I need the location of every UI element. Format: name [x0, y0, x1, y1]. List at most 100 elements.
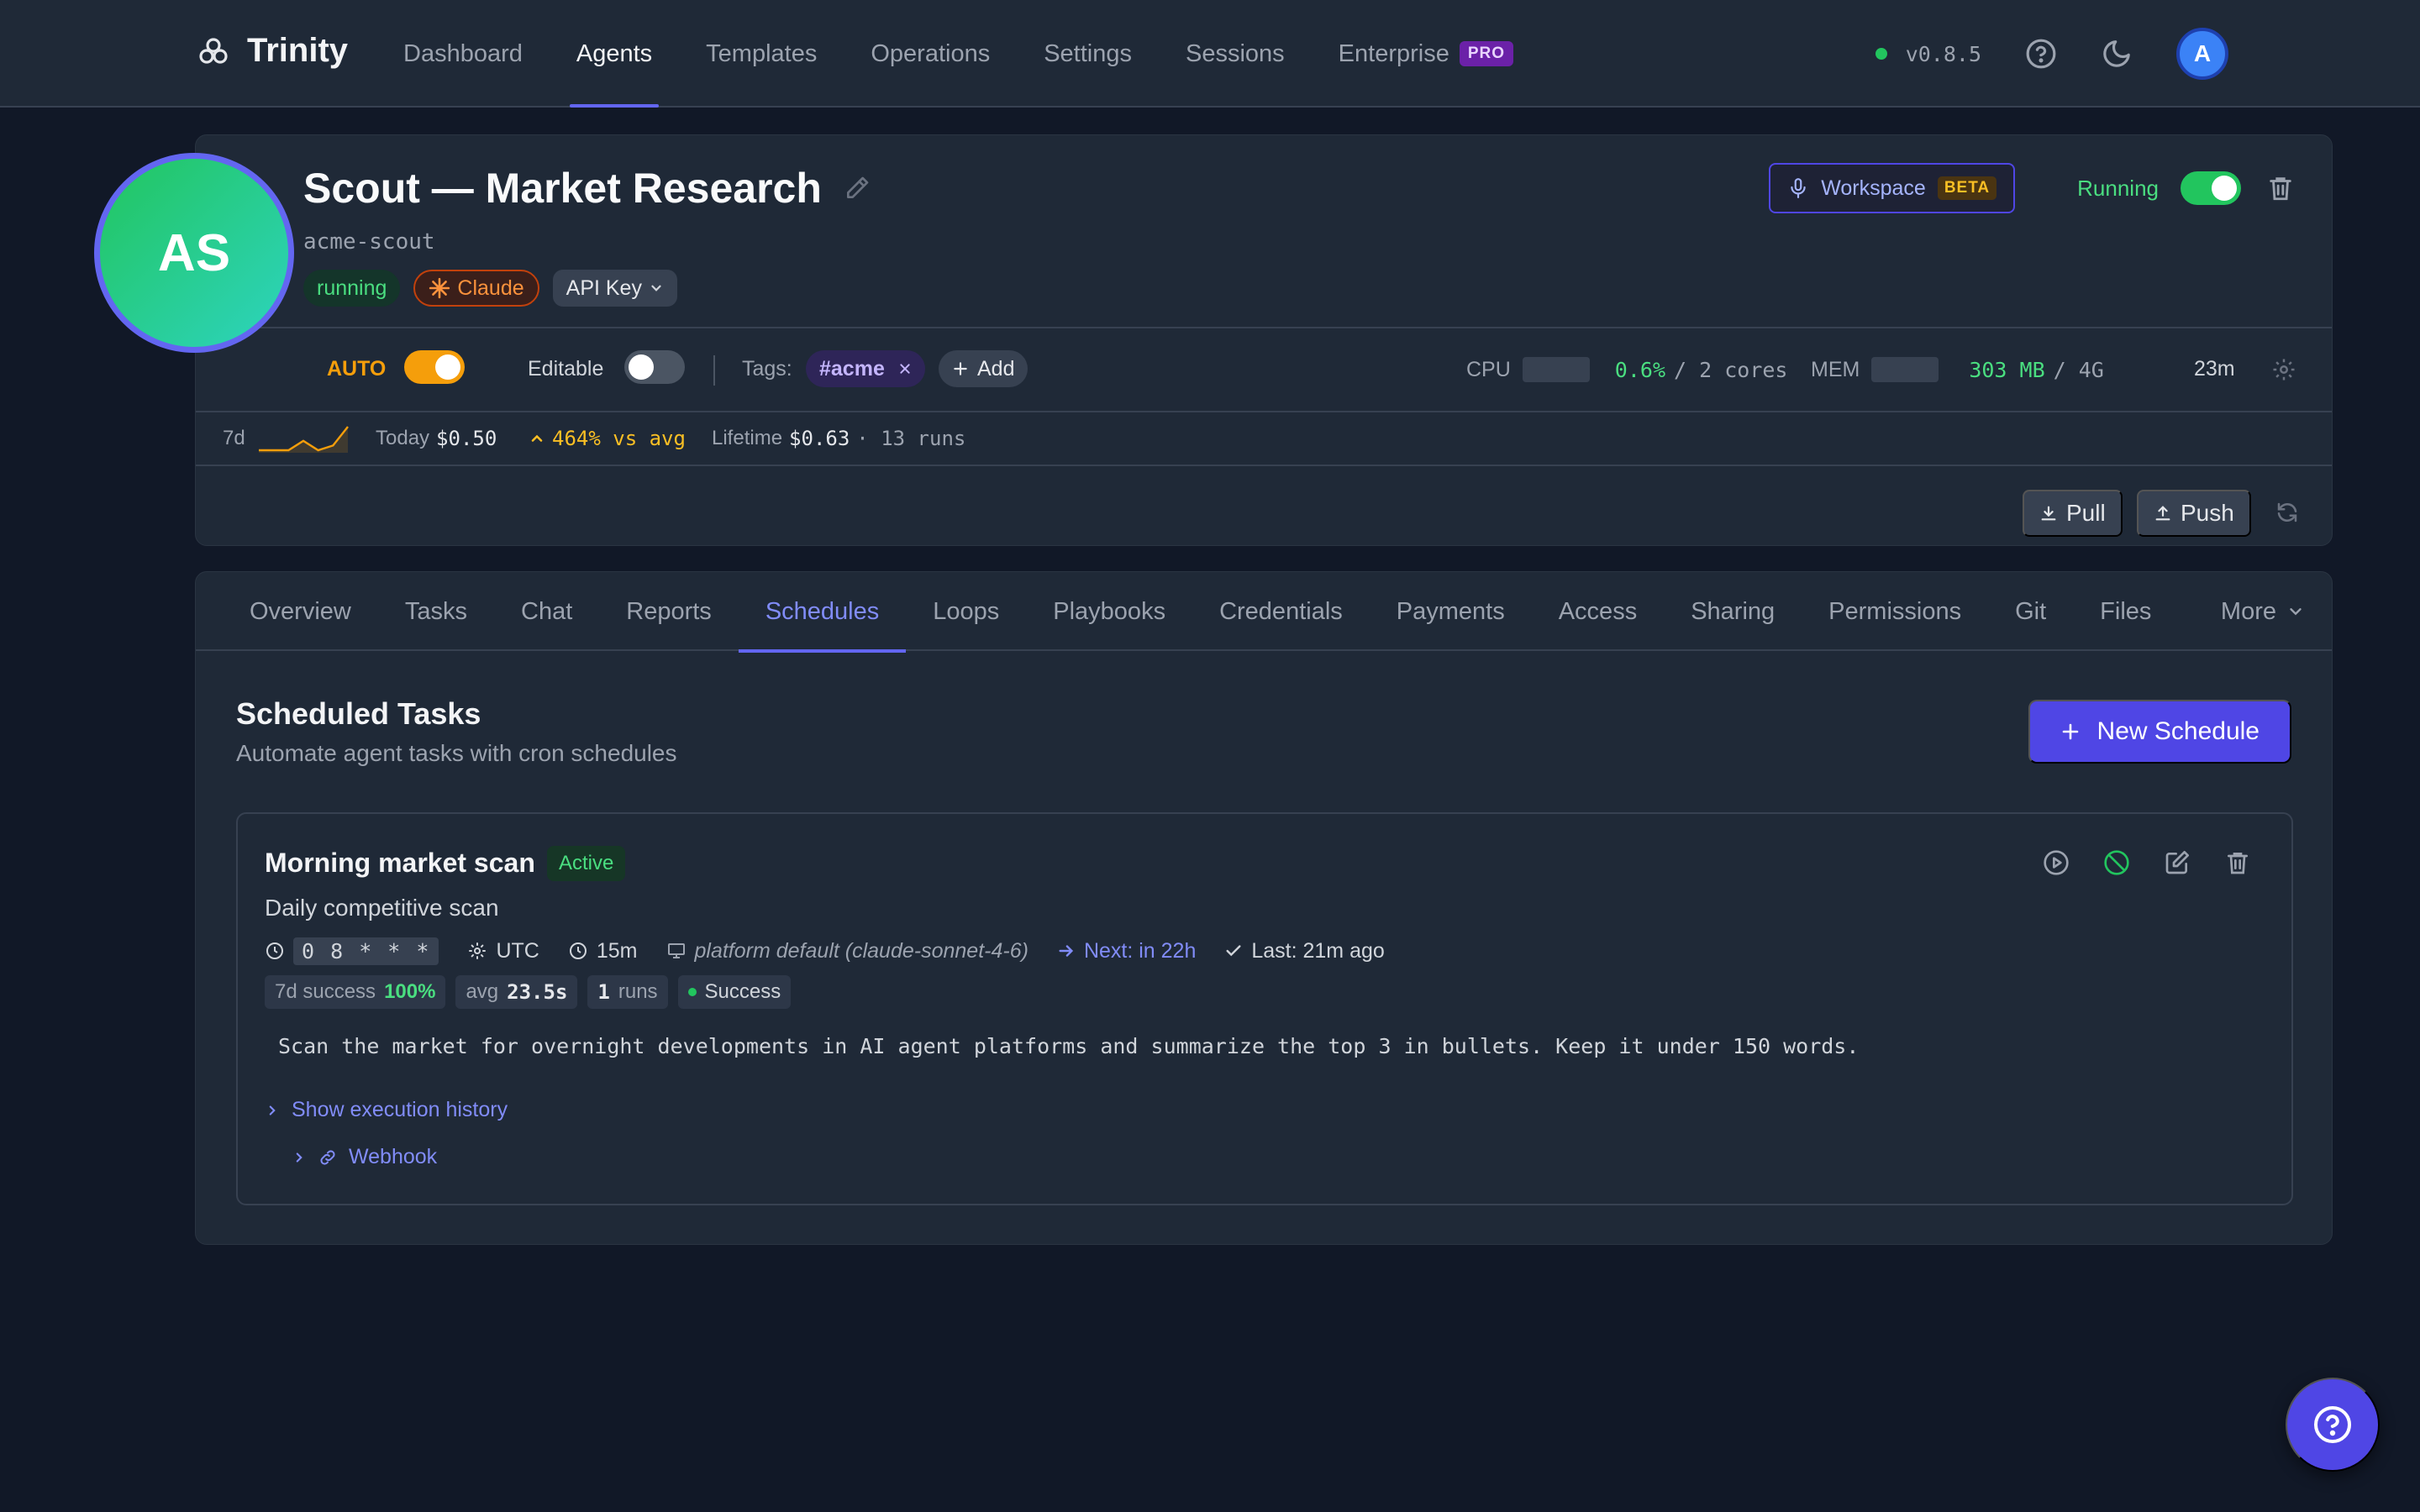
agent-title-row: Scout — Market Research — [303, 164, 871, 213]
editable-toggle-knob — [629, 354, 654, 380]
tab-tasks[interactable]: Tasks — [378, 572, 494, 651]
uptime: 23m — [2194, 357, 2235, 381]
tag-chip[interactable]: #acme — [806, 350, 925, 387]
chevron-right-icon — [292, 1150, 307, 1165]
nav-dashboard[interactable]: Dashboard — [403, 0, 523, 108]
lifetime-label: Lifetime — [712, 427, 783, 449]
agent-avatar: AS — [94, 153, 294, 353]
auth-chip[interactable]: API Key — [552, 270, 677, 307]
tab-schedules[interactable]: Schedules — [738, 572, 907, 653]
tab-files[interactable]: Files — [2073, 572, 2178, 651]
cost-trend: 464% vs avg — [529, 427, 686, 450]
schedule-name: Morning market scan — [265, 848, 535, 878]
nav-templates[interactable]: Templates — [706, 0, 817, 108]
success-rate-label: 7d success — [275, 980, 376, 1003]
cron-expression: 0 8 * * * — [265, 937, 439, 965]
last-run-value: Last: 21m ago — [1251, 938, 1385, 963]
agent-controls-row: AUTO Editable Tags: #acme Add CPU 0.6% /… — [196, 330, 2332, 411]
brand-name: Trinity — [247, 32, 349, 69]
brand-logo[interactable]: Trinity — [197, 32, 348, 70]
trinity-logo-icon — [197, 34, 230, 68]
nav-sessions[interactable]: Sessions — [1186, 0, 1285, 108]
disable-icon[interactable] — [2103, 849, 2130, 876]
cpu-label: CPU — [1466, 357, 1511, 381]
today-cost: Today $0.50 — [376, 427, 497, 450]
trash-icon[interactable] — [2266, 174, 2295, 202]
play-icon[interactable] — [2043, 849, 2070, 876]
edit-icon[interactable] — [2164, 849, 2191, 876]
refresh-icon[interactable] — [2275, 500, 2300, 525]
tab-credentials[interactable]: Credentials — [1192, 572, 1370, 651]
last-run: Last: 21m ago — [1224, 938, 1385, 963]
tab-payments[interactable]: Payments — [1370, 572, 1532, 651]
mem-bar — [1871, 357, 1939, 382]
cpu-usage: CPU 0.6% / 2 cores — [1466, 357, 1787, 382]
success-rate-stat: 7d success 100% — [265, 975, 446, 1009]
chevron-down-icon — [2286, 602, 2305, 621]
agent-detail-panel: Overview Tasks Chat Reports Schedules Lo… — [195, 571, 2333, 1245]
agent-header-actions: Workspace BETA Running — [1769, 163, 2295, 213]
workspace-button[interactable]: Workspace BETA — [1769, 163, 2016, 213]
pencil-icon[interactable] — [844, 175, 871, 202]
sun-icon — [467, 941, 487, 961]
clock-icon — [568, 941, 588, 961]
check-icon — [1224, 942, 1243, 960]
microphone-icon — [1787, 177, 1809, 199]
nav-operations[interactable]: Operations — [871, 0, 990, 108]
close-icon[interactable] — [898, 362, 912, 375]
nav-settings[interactable]: Settings — [1044, 0, 1132, 108]
claude-sparkle-icon — [429, 277, 450, 299]
tab-chat[interactable]: Chat — [494, 572, 599, 651]
tab-reports[interactable]: Reports — [599, 572, 739, 651]
add-tag-button[interactable]: Add — [939, 350, 1028, 387]
tab-sharing[interactable]: Sharing — [1664, 572, 1802, 651]
status-chip: running — [303, 270, 401, 307]
tab-access[interactable]: Access — [1532, 572, 1664, 651]
plus-icon — [2060, 722, 2081, 742]
today-label: Today — [376, 427, 430, 449]
execution-history-toggle[interactable]: Show execution history — [265, 1098, 508, 1122]
agent-slug: acme-scout — [303, 229, 435, 255]
cost-trend-value: 464% vs avg — [552, 427, 686, 450]
tab-more[interactable]: More — [2221, 572, 2305, 651]
user-avatar[interactable]: A — [2176, 28, 2228, 80]
tag-chip-label: #acme — [819, 356, 885, 381]
new-schedule-button[interactable]: New Schedule — [2028, 700, 2291, 764]
agent-name: Scout — Market Research — [303, 165, 822, 212]
tab-permissions[interactable]: Permissions — [1802, 572, 1988, 651]
mem-value: 303 MB — [1969, 357, 2045, 382]
auto-toggle[interactable] — [404, 350, 465, 384]
chevron-down-icon — [649, 281, 664, 296]
auto-toggle-knob — [435, 354, 460, 380]
tab-git[interactable]: Git — [1988, 572, 2073, 651]
tab-loops[interactable]: Loops — [906, 572, 1026, 651]
push-button[interactable]: Push — [2137, 490, 2251, 537]
monitor-icon — [666, 941, 687, 961]
tab-playbooks[interactable]: Playbooks — [1026, 572, 1192, 651]
schedule-status-badge: Active — [547, 846, 626, 881]
runs-stat: 1 runs — [587, 975, 668, 1009]
trash-icon[interactable] — [2224, 849, 2251, 876]
webhook-toggle[interactable]: Webhook — [292, 1145, 437, 1169]
tab-overview[interactable]: Overview — [223, 572, 378, 651]
cost-period: 7d — [223, 427, 245, 449]
timeout-value: 15m — [596, 938, 638, 963]
pull-button[interactable]: Pull — [2023, 490, 2123, 537]
running-toggle[interactable] — [2181, 171, 2241, 205]
schedule-card: Morning market scan Active Daily competi… — [236, 812, 2293, 1205]
help-circle-icon[interactable] — [2025, 38, 2057, 70]
divider — [196, 327, 2332, 328]
help-fab-button[interactable] — [2286, 1378, 2380, 1472]
auth-chip-label: API Key — [566, 276, 642, 300]
moon-icon[interactable] — [2101, 38, 2133, 70]
mem-limit: / 4G — [2053, 357, 2104, 382]
cost-row: 7d Today $0.50 464% vs avg Lifetime $0.6… — [196, 412, 2332, 465]
last-result-value: Success — [704, 980, 781, 1003]
download-icon — [2039, 504, 2058, 522]
version-label: v0.8.5 — [1905, 41, 1981, 66]
editable-toggle[interactable] — [624, 350, 685, 384]
nav-agents[interactable]: Agents — [569, 0, 660, 108]
nav-enterprise[interactable]: Enterprise PRO — [1339, 0, 1514, 108]
model-chip[interactable]: Claude — [413, 270, 539, 307]
gear-icon[interactable] — [2271, 357, 2296, 382]
